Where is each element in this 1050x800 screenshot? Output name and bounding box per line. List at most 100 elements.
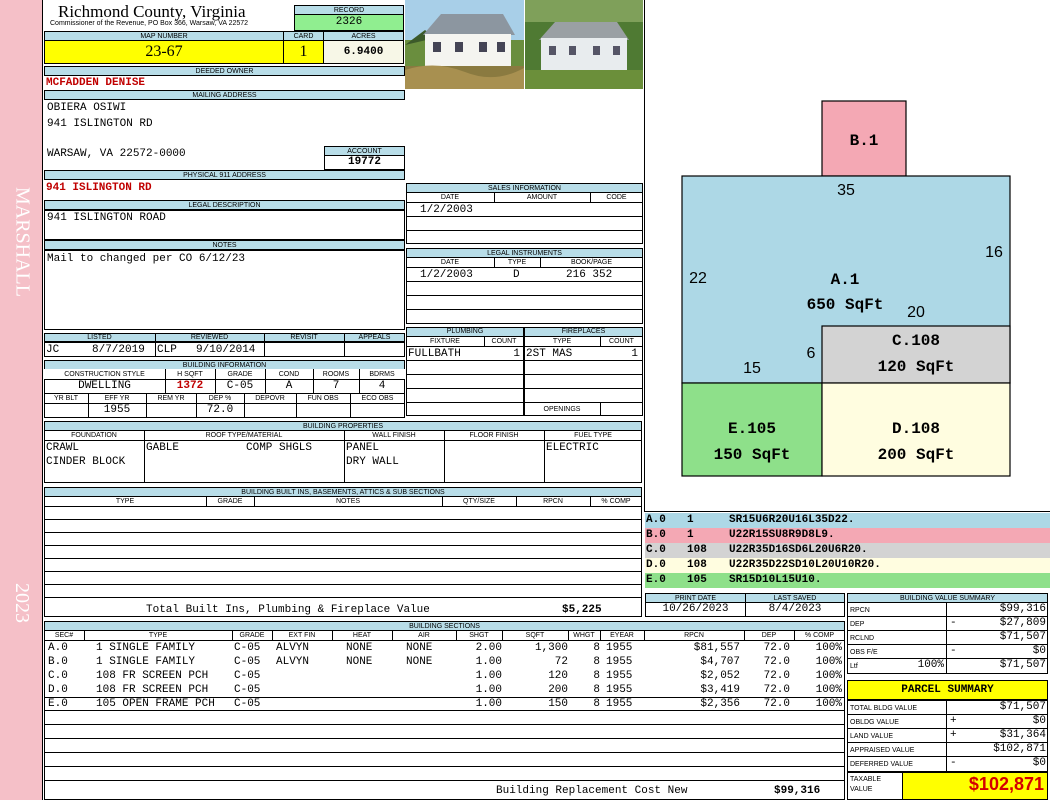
- openings-label: OPENINGS: [543, 406, 581, 413]
- prop-col-roof: ROOF TYPE/MATERIAL: [205, 432, 283, 439]
- builtins-box: [44, 496, 642, 617]
- fireplace-count: 1: [631, 348, 638, 360]
- plumbing-col-fixture: FIXTURE: [430, 338, 460, 345]
- sale-date: 1/2/2003: [420, 204, 473, 216]
- subdivision-label: MARSHALL: [11, 186, 34, 297]
- print-date: 10/26/2023: [662, 603, 729, 615]
- row-sec: D.0: [48, 684, 68, 696]
- acres-value: 6.9400: [343, 46, 384, 58]
- row-type: 108 FR SCREEN PCH: [96, 670, 209, 682]
- row-type: 108 FR SCREEN PCH: [96, 684, 209, 696]
- ps-land-label: LAND VALUE: [850, 733, 894, 740]
- ps-obldg: $0: [1032, 715, 1046, 727]
- row-grade: C-05: [234, 670, 261, 682]
- row-comp: 100%: [815, 670, 842, 682]
- legal-description-header: LEGAL DESCRIPTION: [44, 200, 405, 210]
- notes-text: Mail to changed per CO 6/12/23: [47, 253, 246, 265]
- vector-row: E.0 105 SR15D10L15U10.: [645, 573, 1050, 588]
- bv-rclnd-label: RCLND: [850, 635, 875, 642]
- row-whgt: 8: [593, 642, 600, 654]
- vector-row: A.0 1 SR15U6R20U16L35D22.: [645, 513, 1050, 528]
- dim-22: 22: [689, 270, 707, 287]
- builtins-total: $5,225: [562, 604, 602, 616]
- bi-bdrms: 4: [378, 380, 386, 392]
- row-shgt: 1.00: [475, 670, 502, 682]
- row-type: 1 SINGLE FAMILY: [96, 642, 196, 654]
- row-shgt: 1.00: [475, 698, 502, 710]
- sec-col-heat: HEAT: [352, 632, 372, 639]
- row-comp: 100%: [815, 642, 842, 654]
- row-comp: 100%: [815, 698, 842, 710]
- sec-col-type: TYPE: [148, 632, 168, 639]
- taxable-value: $102,871: [968, 774, 1044, 794]
- row-dep: 72.0: [763, 642, 790, 654]
- replacement-cost: $99,316: [774, 785, 821, 797]
- bi-eff-yr: 1955: [103, 404, 131, 416]
- vector-sec: D.0: [646, 559, 666, 571]
- row-rpcn: $2,052: [700, 670, 740, 682]
- row-sqft: 1,300: [534, 642, 568, 654]
- sales-col-date: DATE: [440, 194, 460, 201]
- vector-path: U22R15SU8R9D8L9.: [729, 529, 835, 541]
- prop-col-wall: WALL FINISH: [372, 432, 416, 439]
- row-type: 105 OPEN FRAME PCH: [96, 698, 215, 710]
- bi-col-rooms: ROOMS: [322, 371, 350, 378]
- fireplace-type: 2ST MAS: [526, 348, 573, 360]
- map-number: 23-67: [145, 43, 183, 60]
- physical-address-header: PHYSICAL 911 ADDRESS: [44, 170, 405, 180]
- ps-land: $31,364: [999, 729, 1046, 741]
- bv-ltf-label: Ltf: [850, 663, 858, 670]
- sec-col-grade: GRADE: [239, 632, 265, 639]
- prop-col-foundation: FOUNDATION: [71, 432, 117, 439]
- row-rpcn: $2,356: [700, 698, 740, 710]
- roof-material: COMP SHGLS: [246, 442, 313, 454]
- vector-sec: E.0: [646, 574, 666, 586]
- sec-col-ext: EXT FIN: [288, 632, 316, 639]
- row-heat: NONE: [346, 656, 373, 668]
- row-ext: ALVYN: [276, 656, 310, 668]
- ps-appr-label: APPRAISED VALUE: [850, 747, 915, 754]
- row-comp: 100%: [815, 656, 842, 668]
- physical-address: 941 ISLINGTON RD: [46, 182, 152, 194]
- bi-rooms: 7: [332, 380, 340, 392]
- deeded-owner: MCFADDEN DENISE: [46, 77, 146, 89]
- row-whgt: 8: [593, 684, 600, 696]
- row-shgt: 1.00: [475, 656, 502, 668]
- bi-col-ecoobs: ECO OBS: [361, 395, 394, 402]
- deeded-owner-header: DEEDED OWNER: [44, 66, 405, 76]
- row-dep: 72.0: [763, 670, 790, 682]
- bi-grade: C-05: [226, 380, 254, 392]
- legal-description: 941 ISLINGTON ROAD: [47, 212, 166, 224]
- builtins-col-grade: GRADE: [217, 498, 243, 505]
- ps-def: $0: [1032, 757, 1046, 769]
- sec-col-rpcn: RPCN: [684, 632, 704, 639]
- sidebar: [0, 0, 43, 800]
- bi-col-funobs: FUN OBS: [307, 395, 339, 402]
- vector-path: SR15U6R20U16L35D22.: [729, 514, 855, 526]
- ps-appr: $102,871: [993, 743, 1046, 755]
- bi-col-effyr: EFF YR: [104, 395, 130, 402]
- bi-col-remyr: REM YR: [157, 395, 185, 402]
- row-comp: 100%: [815, 684, 842, 696]
- bv-rpcn-label: RPCN: [850, 607, 870, 614]
- bv-dep-label: DEP: [850, 621, 865, 628]
- bi-cond: A: [285, 380, 293, 392]
- dim-6: 6: [807, 345, 816, 362]
- wall-finish-1: PANEL: [346, 442, 380, 454]
- builtins-col-type: TYPE: [115, 498, 135, 505]
- label-d1: D.108: [892, 420, 940, 438]
- section-row: A.0 1 SINGLE FAMILY C-05 ALVYN NONE NONE…: [44, 642, 845, 656]
- mailing-address-header: MAILING ADDRESS: [44, 90, 405, 100]
- li-col-bookpage: BOOK/PAGE: [570, 259, 613, 266]
- prop-col-floor: FLOOR FINISH: [469, 432, 519, 439]
- property-photo-1: [405, 0, 524, 89]
- row-dep: 72.0: [763, 684, 790, 696]
- row-grade: C-05: [234, 684, 261, 696]
- county-title: Richmond County, Virginia: [58, 2, 246, 21]
- label-c2: 120 SqFt: [878, 358, 955, 376]
- bv-obs-label: OBS F/E: [850, 649, 878, 656]
- bi-col-cond: COND: [278, 371, 300, 378]
- taxable-label-1: TAXABLE: [850, 776, 881, 783]
- property-photo-2: [525, 0, 643, 89]
- fuel-type: ELECTRIC: [546, 442, 599, 454]
